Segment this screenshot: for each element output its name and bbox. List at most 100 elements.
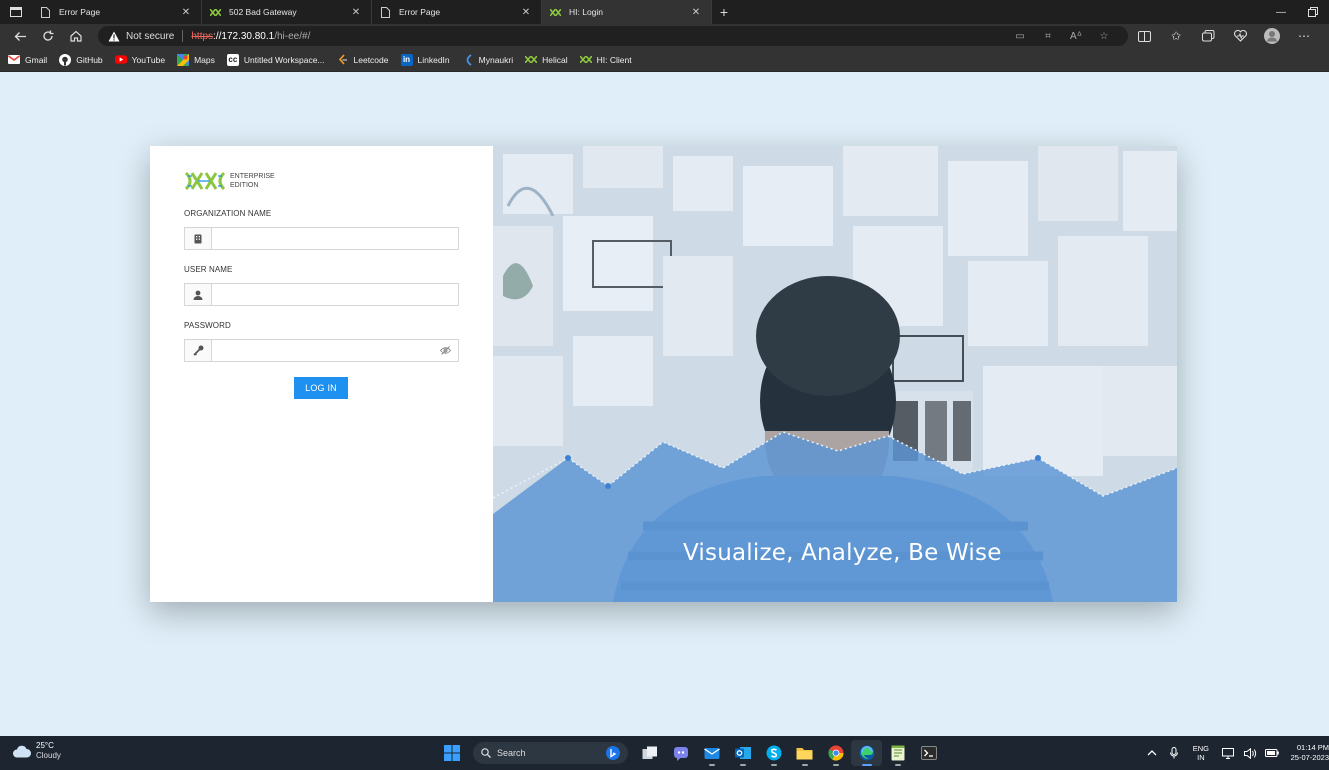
password-field <box>184 339 459 362</box>
workspace-icon: cc <box>226 53 239 66</box>
bookmark-youtube[interactable]: YouTube <box>114 54 165 66</box>
chrome-icon[interactable] <box>820 740 851 766</box>
network-icon[interactable] <box>1217 747 1239 759</box>
search-icon <box>481 748 491 758</box>
org-name-field <box>184 227 459 250</box>
address-bar[interactable]: Not secure https ://172.30.80.1 /hi-ee/#… <box>98 26 1128 46</box>
eye-slash-icon[interactable] <box>432 340 458 361</box>
tab-hi-login[interactable]: HI: Login ✕ <box>542 0 712 24</box>
tab-actions-icon[interactable] <box>0 0 32 24</box>
bookmark-untitled-workspace[interactable]: cc Untitled Workspace... <box>226 53 325 66</box>
teams-chat-icon[interactable] <box>665 740 696 766</box>
password-input[interactable] <box>212 340 432 361</box>
logo-line-2: EDITION <box>230 182 259 189</box>
app-available-icon[interactable]: ▭ <box>1006 31 1034 42</box>
file-explorer-icon[interactable] <box>789 740 820 766</box>
qr-code-icon[interactable]: ⌗ <box>1034 31 1062 42</box>
windows-logo-icon <box>443 745 460 761</box>
tab-error-page-2[interactable]: Error Page ✕ <box>372 0 542 24</box>
windows-taskbar: 25°C Cloudy Search ENG IN 01:14 PM 25-07… <box>0 736 1329 770</box>
close-icon[interactable]: ✕ <box>349 7 363 18</box>
more-menu-icon[interactable]: ⋯ <box>1288 29 1320 43</box>
back-icon[interactable] <box>6 25 34 47</box>
helical-icon <box>525 54 538 66</box>
security-label[interactable]: Not secure <box>126 31 174 42</box>
bookmark-github[interactable]: GitHub <box>59 53 103 66</box>
bookmark-maps[interactable]: Maps <box>177 53 215 66</box>
microphone-icon[interactable] <box>1163 747 1185 759</box>
building-icon <box>185 228 212 249</box>
url-path: /hi-ee/#/ <box>274 30 311 42</box>
refresh-icon[interactable] <box>34 25 62 47</box>
new-tab-button[interactable]: + <box>712 0 736 24</box>
bookmark-helical[interactable]: Helical <box>525 54 568 66</box>
hero-illustration <box>493 146 1177 602</box>
tab-title: Error Page <box>399 7 441 17</box>
outlook-icon[interactable] <box>727 740 758 766</box>
bing-icon <box>606 746 620 760</box>
weather-widget[interactable]: 25°C Cloudy <box>12 741 61 761</box>
tagline: Visualize, Analyze, Be Wise <box>683 540 1002 566</box>
volume-icon[interactable] <box>1239 747 1261 759</box>
password-label: PASSWORD <box>184 321 231 330</box>
bookmarks-bar: Gmail GitHub YouTube Maps cc Untitled Wo… <box>0 48 1329 72</box>
user-name-input[interactable] <box>212 284 458 305</box>
edge-icon[interactable] <box>851 740 882 766</box>
chevron-up-icon[interactable] <box>1141 750 1163 756</box>
restore-icon[interactable] <box>1297 0 1329 24</box>
browser-toolbar: Not secure https ://172.30.80.1 /hi-ee/#… <box>0 24 1329 48</box>
close-icon[interactable]: ✕ <box>519 7 533 18</box>
start-button[interactable] <box>436 740 467 766</box>
youtube-icon <box>114 54 127 66</box>
browser-essentials-icon[interactable] <box>1224 30 1256 42</box>
gmail-icon <box>8 54 20 66</box>
language-indicator[interactable]: ENG IN <box>1193 744 1209 762</box>
login-button[interactable]: LOG IN <box>294 377 348 399</box>
close-icon[interactable]: ✕ <box>689 7 703 18</box>
favorites-icon[interactable]: ✩ <box>1160 29 1192 43</box>
profile-avatar-icon[interactable] <box>1256 28 1288 44</box>
mail-icon[interactable] <box>696 740 727 766</box>
clock[interactable]: 01:14 PM 25-07-2023 <box>1289 743 1329 763</box>
task-view-icon[interactable] <box>634 740 665 766</box>
page-icon <box>380 6 391 18</box>
favorite-star-icon[interactable]: ☆ <box>1090 31 1118 42</box>
maps-icon <box>177 53 190 66</box>
tab-502-bad-gateway[interactable]: 502 Bad Gateway ✕ <box>202 0 372 24</box>
minimize-icon[interactable]: — <box>1265 0 1297 24</box>
tab-error-page-1[interactable]: Error Page ✕ <box>32 0 202 24</box>
github-icon <box>59 53 72 66</box>
org-name-label: ORGANIZATION NAME <box>184 209 272 218</box>
terminal-icon[interactable] <box>913 740 944 766</box>
bookmark-leetcode[interactable]: Leetcode <box>337 53 389 66</box>
collections-icon[interactable] <box>1192 30 1224 42</box>
battery-icon[interactable] <box>1261 749 1283 757</box>
leetcode-icon <box>337 53 349 66</box>
skype-icon[interactable] <box>758 740 789 766</box>
close-icon[interactable]: ✕ <box>179 7 193 18</box>
clock-time: 01:14 PM <box>1296 743 1329 752</box>
hero-image: Visualize, Analyze, Be Wise <box>493 146 1177 602</box>
taskbar-search[interactable]: Search <box>473 742 628 764</box>
warning-icon[interactable] <box>108 31 120 42</box>
bookmark-hi-client[interactable]: HI: Client <box>579 54 632 66</box>
helical-icon <box>550 7 561 18</box>
key-icon <box>185 340 212 361</box>
helical-icon <box>579 54 592 66</box>
user-icon <box>185 284 212 305</box>
url-host: ://172.30.80.1 <box>213 30 275 42</box>
home-icon[interactable] <box>62 25 90 47</box>
linkedin-icon: in <box>400 53 413 66</box>
bookmark-mynaukri[interactable]: Mynaukri <box>462 53 513 66</box>
notepad-icon[interactable] <box>882 740 913 766</box>
taskbar-apps: Search <box>436 740 944 766</box>
bookmark-gmail[interactable]: Gmail <box>8 54 47 66</box>
bookmark-linkedin[interactable]: in LinkedIn <box>400 53 450 66</box>
page-icon <box>40 6 51 18</box>
weather-temp: 25°C <box>36 741 54 750</box>
split-screen-icon[interactable] <box>1128 30 1160 42</box>
logo-line-1: ENTERPRISE <box>230 173 275 180</box>
read-aloud-icon[interactable]: Aᐞ <box>1062 31 1090 42</box>
org-name-input[interactable] <box>212 228 458 249</box>
cloud-icon <box>13 745 32 757</box>
